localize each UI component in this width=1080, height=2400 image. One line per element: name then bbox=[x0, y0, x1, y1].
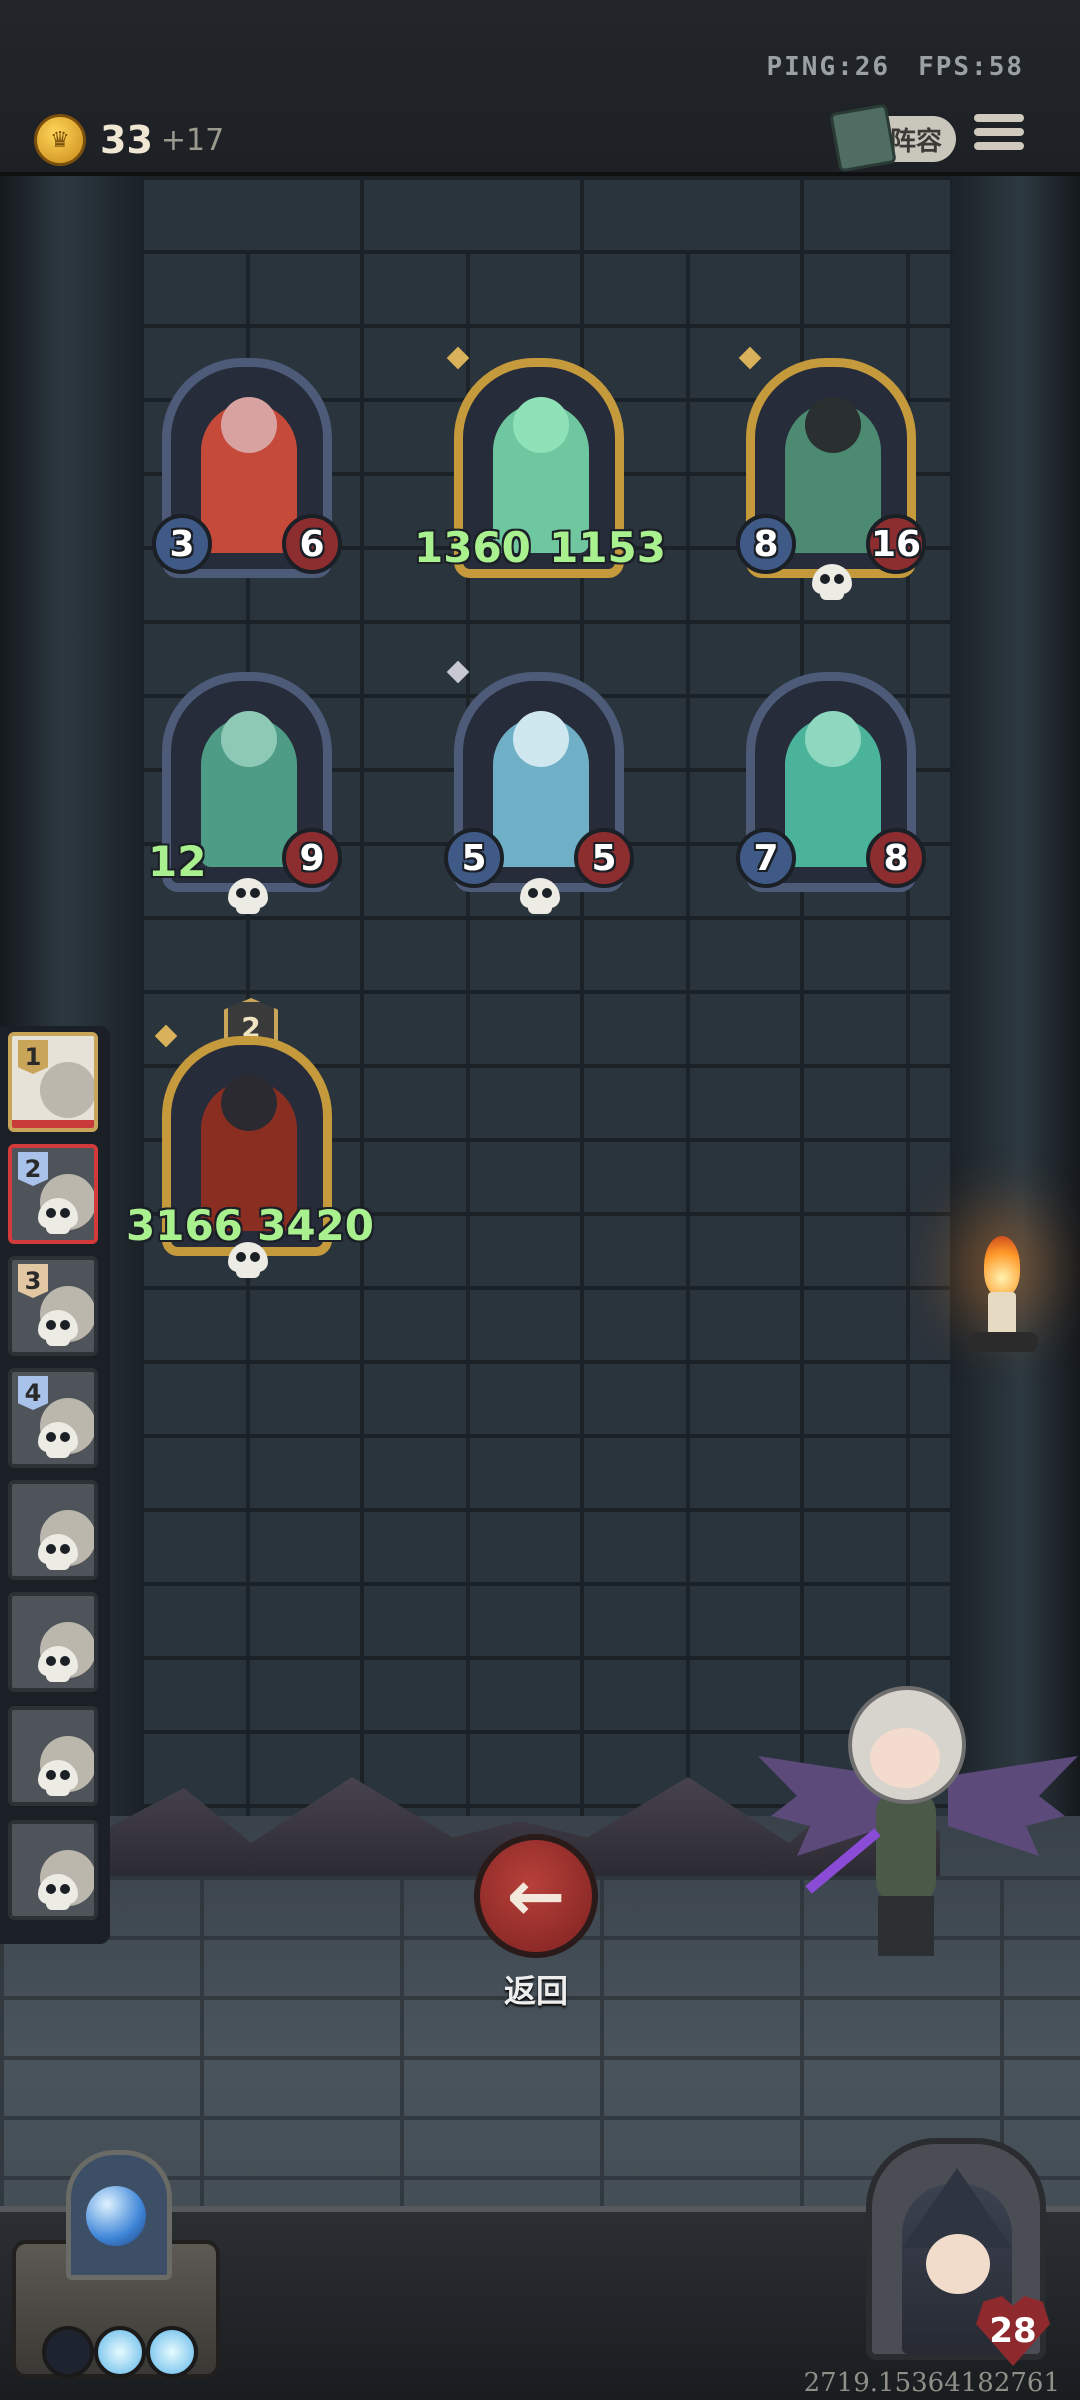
queue-slot[interactable] bbox=[8, 1592, 98, 1692]
health-stat: 1153 bbox=[549, 523, 666, 572]
unit-card[interactable]: 12 9 bbox=[148, 672, 342, 914]
skull-icon bbox=[812, 564, 852, 600]
opponent-avatar bbox=[40, 1062, 94, 1118]
hero-character[interactable] bbox=[758, 1666, 1078, 1966]
player-unit-card[interactable]: 2 3166 3420 bbox=[126, 998, 374, 1278]
torch bbox=[968, 1236, 1038, 1396]
health-stat: 5 bbox=[574, 828, 634, 888]
menu-icon[interactable] bbox=[974, 114, 1024, 160]
coin-icon: ♛ bbox=[34, 114, 86, 166]
health-stat: 8 bbox=[866, 828, 926, 888]
right-pillar bbox=[950, 176, 1080, 1926]
skull-icon bbox=[228, 1242, 268, 1278]
queue-slot[interactable]: 2 bbox=[8, 1144, 98, 1244]
queue-slot[interactable] bbox=[8, 1706, 98, 1806]
attack-stat: 7 bbox=[736, 828, 796, 888]
opponent-queue: 1 2 3 4 bbox=[0, 1026, 110, 1944]
player-health: 28 bbox=[989, 2311, 1037, 2351]
attack-stat: 5 bbox=[444, 828, 504, 888]
skull-icon bbox=[38, 1534, 78, 1570]
lineup-label: 阵容 bbox=[889, 126, 942, 157]
shop-shrine[interactable] bbox=[12, 2150, 220, 2378]
queue-slot[interactable] bbox=[8, 1820, 98, 1920]
back-button[interactable]: ← bbox=[474, 1834, 598, 1958]
skull-icon bbox=[228, 878, 268, 914]
gold-counter: ♛ 33 +17 bbox=[34, 114, 224, 166]
gold-income: +17 bbox=[160, 122, 225, 158]
mana-gem-icon bbox=[146, 2326, 198, 2378]
book-icon bbox=[829, 103, 897, 173]
gold-amount: 33 bbox=[100, 118, 153, 162]
queue-number: 2 bbox=[18, 1152, 48, 1186]
health-stat: 9 bbox=[282, 828, 342, 888]
fps-text: FPS:58 bbox=[918, 52, 1024, 82]
top-bar: PING:26 FPS:58 ♛ 33 +17 阵容 bbox=[0, 0, 1080, 176]
lineup-button[interactable]: 阵容 bbox=[829, 103, 956, 173]
queue-slot[interactable]: 4 bbox=[8, 1368, 98, 1468]
skull-icon bbox=[38, 1874, 78, 1910]
arrow-left-icon: ← bbox=[506, 1855, 566, 1937]
ping-text: PING:26 bbox=[766, 52, 891, 82]
unit-card[interactable]: 7 8 bbox=[736, 672, 926, 892]
attack-stat: 12 bbox=[148, 837, 207, 886]
attack-stat: 3 bbox=[152, 514, 212, 574]
skull-icon bbox=[38, 1760, 78, 1796]
queue-number: 1 bbox=[18, 1040, 48, 1074]
unit-card[interactable]: 3 6 bbox=[152, 358, 342, 578]
coordinate-readout: 2719.15364182761 bbox=[803, 2368, 1060, 2398]
queue-slot[interactable] bbox=[8, 1480, 98, 1580]
orb-icon bbox=[86, 2186, 146, 2246]
mana-gem-icon bbox=[42, 2326, 94, 2378]
queue-hp-bar bbox=[12, 1120, 94, 1128]
flame-icon bbox=[984, 1236, 1020, 1296]
skull-icon bbox=[520, 878, 560, 914]
skull-icon bbox=[38, 1646, 78, 1682]
attack-stat: 1360 bbox=[414, 523, 531, 572]
queue-number: 3 bbox=[18, 1264, 48, 1298]
health-stat: 6 bbox=[282, 514, 342, 574]
unit-card[interactable]: 5 5 bbox=[444, 660, 634, 914]
skull-icon bbox=[38, 1310, 78, 1346]
unit-card[interactable]: 1360 1153 bbox=[414, 346, 666, 578]
attack-stat: 8 bbox=[736, 514, 796, 574]
skull-icon bbox=[38, 1198, 78, 1234]
attack-stat: 3166 bbox=[126, 1201, 243, 1250]
mana-gem-icon bbox=[94, 2326, 146, 2378]
queue-slot[interactable]: 1 bbox=[8, 1032, 98, 1132]
health-stat: 16 bbox=[866, 514, 926, 574]
back-label: 返回 bbox=[503, 1972, 568, 2010]
queue-slot[interactable]: 3 bbox=[8, 1256, 98, 1356]
queue-number: 4 bbox=[18, 1376, 48, 1410]
skull-icon bbox=[38, 1422, 78, 1458]
perf-readout: PING:26 FPS:58 bbox=[739, 52, 1025, 82]
unit-card[interactable]: 8 16 bbox=[736, 346, 926, 600]
health-stat: 3420 bbox=[257, 1201, 374, 1250]
